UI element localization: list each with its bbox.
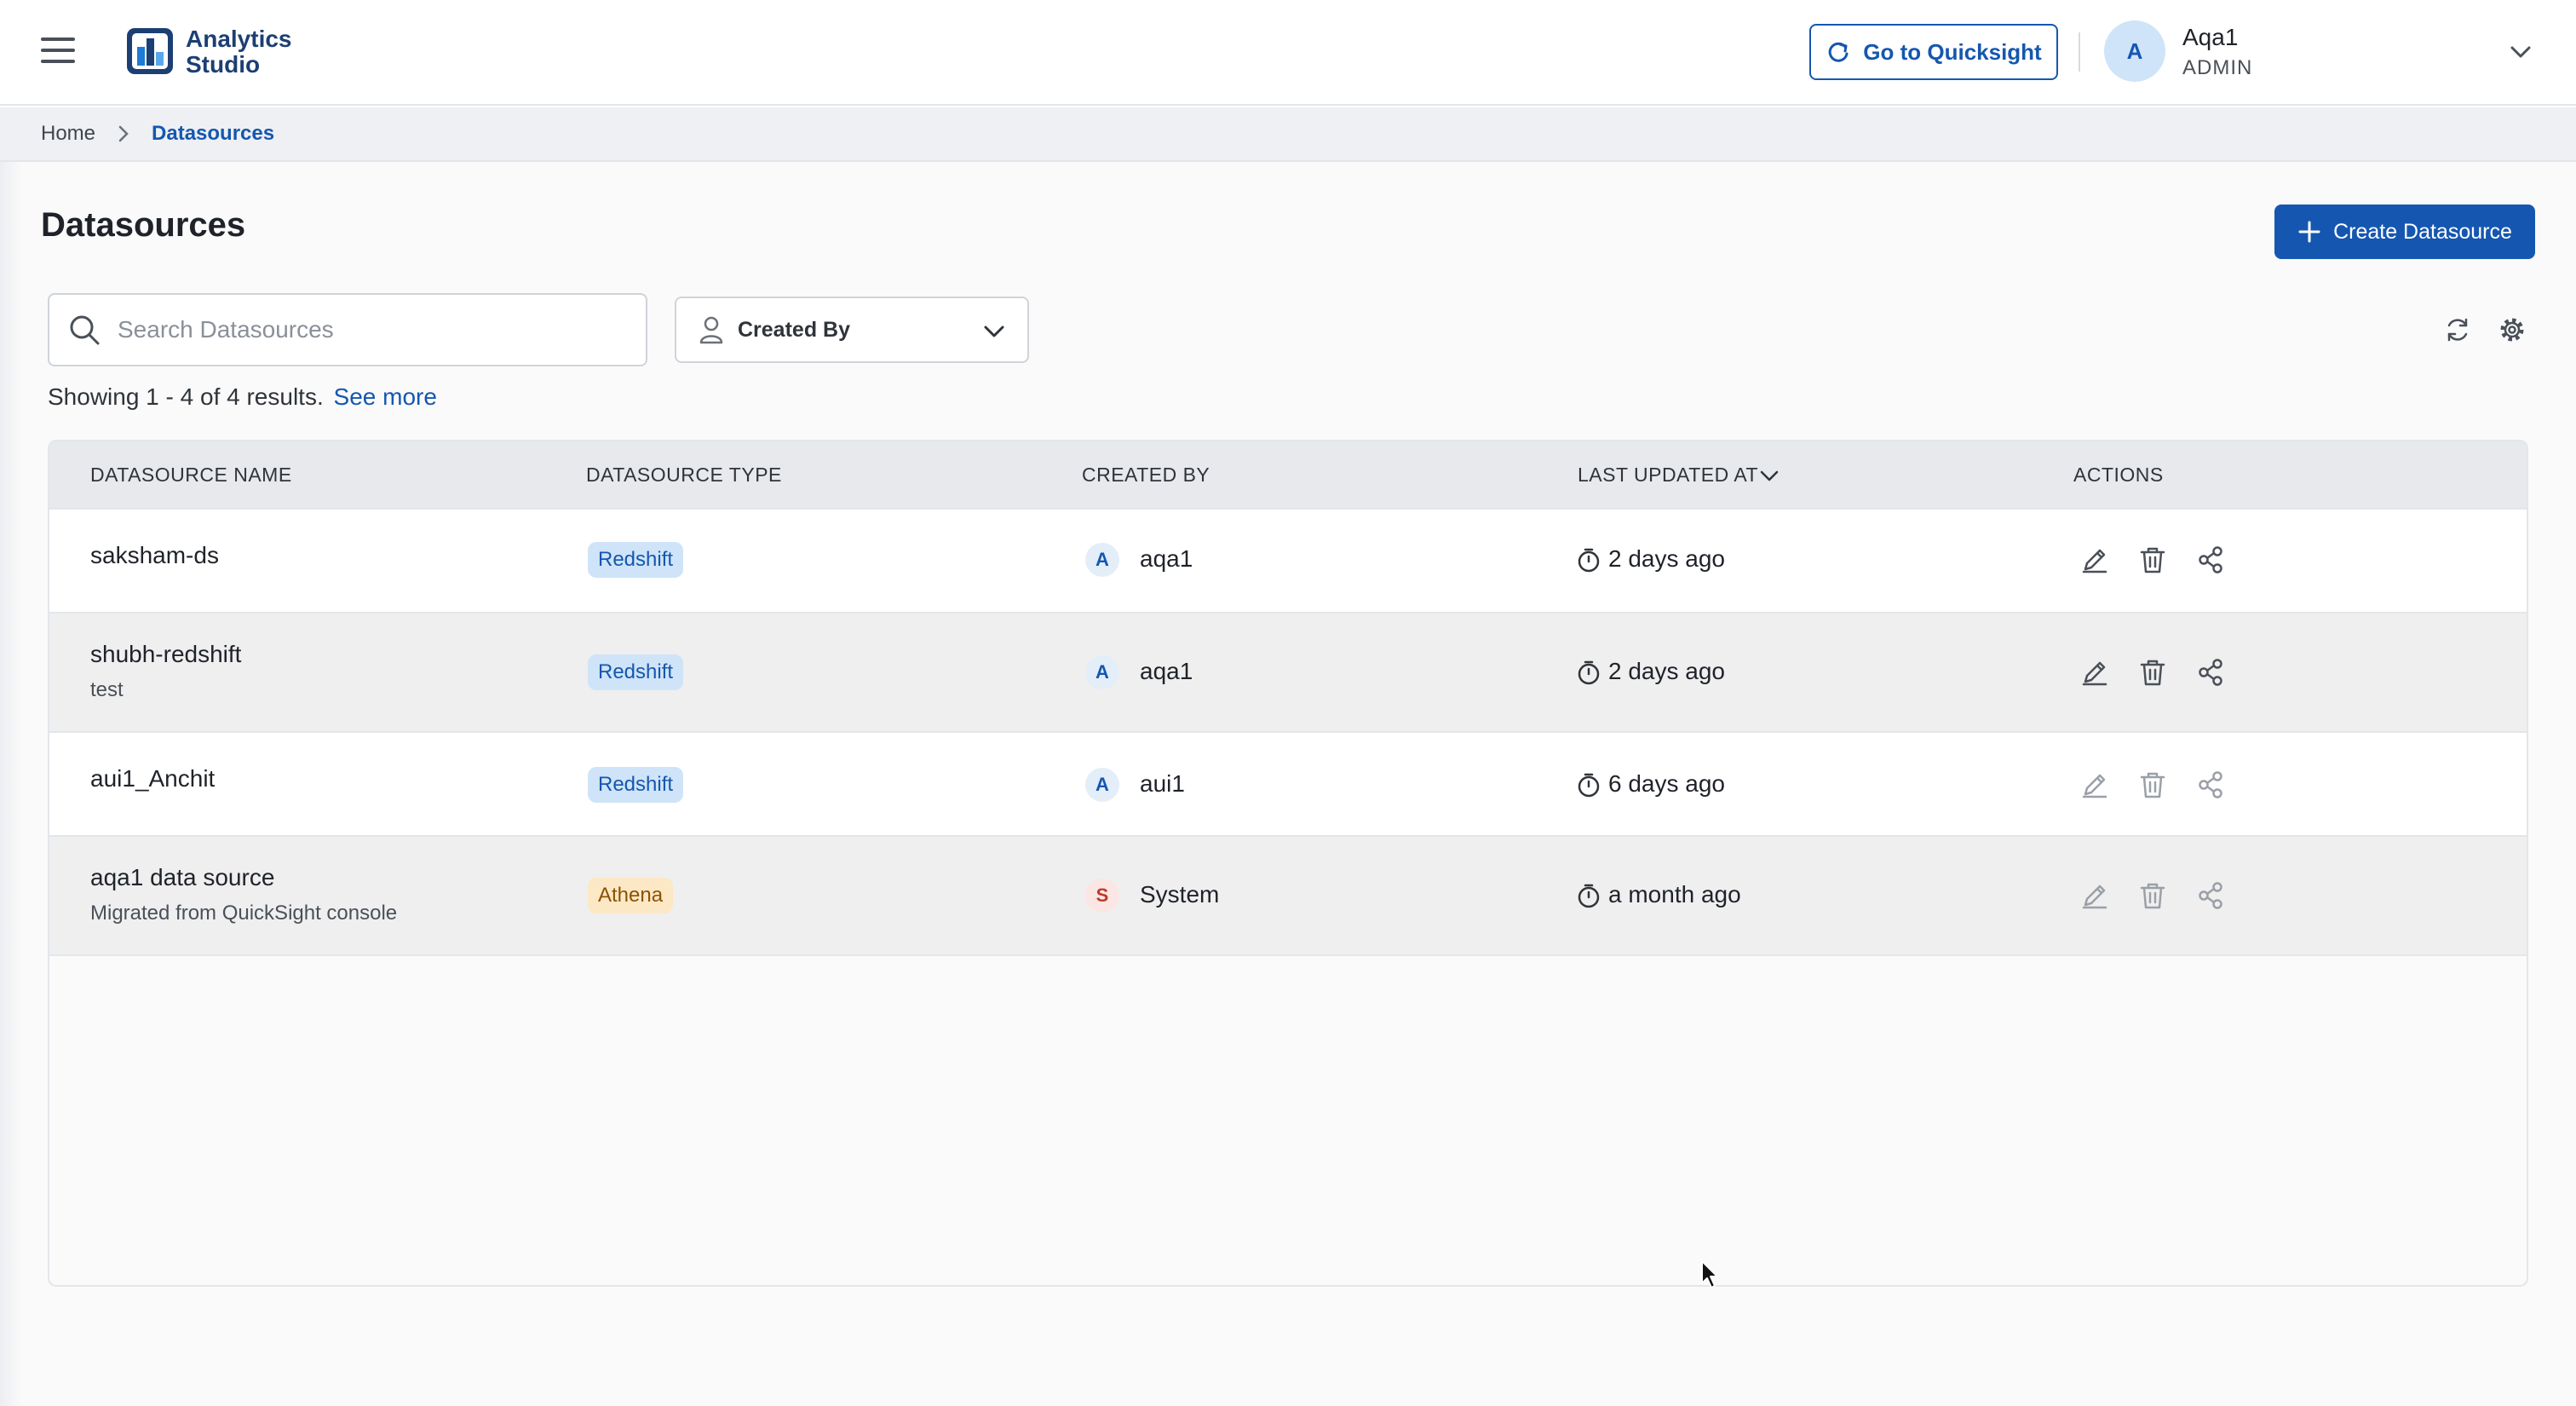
delete-icon[interactable] bbox=[2138, 770, 2167, 799]
gear-icon[interactable] bbox=[2498, 315, 2527, 344]
breadcrumb-home[interactable]: Home bbox=[41, 122, 95, 146]
clock-icon bbox=[1578, 548, 1600, 573]
sort-chevron-down-icon[interactable] bbox=[1758, 467, 1780, 486]
edit-icon[interactable] bbox=[2080, 545, 2109, 574]
last-updated: 6 days ago bbox=[1608, 770, 1725, 797]
datasources-table: DATASOURCE NAME DATASOURCE TYPE CREATED … bbox=[48, 440, 2528, 1287]
delete-icon[interactable] bbox=[2138, 545, 2167, 574]
chevron-right-icon bbox=[118, 125, 129, 142]
user-icon bbox=[699, 316, 723, 344]
datasource-name[interactable]: shubh-redshift bbox=[90, 641, 241, 668]
creator-avatar: A bbox=[1085, 543, 1119, 577]
last-updated: a month ago bbox=[1608, 881, 1741, 908]
column-header-last-updated[interactable]: LAST UPDATED AT bbox=[1578, 464, 1758, 487]
search-icon bbox=[70, 315, 100, 345]
edit-icon[interactable] bbox=[2080, 881, 2109, 910]
column-header-created-by[interactable]: CREATED BY bbox=[1082, 464, 1210, 487]
breadcrumb: Home Datasources bbox=[0, 107, 2576, 162]
type-badge: Athena bbox=[588, 878, 674, 913]
user-name: Aqa1 bbox=[2182, 24, 2239, 50]
edit-icon[interactable] bbox=[2080, 770, 2109, 799]
share-icon[interactable] bbox=[2196, 545, 2225, 574]
share-icon[interactable] bbox=[2196, 770, 2225, 799]
creator-avatar: A bbox=[1085, 655, 1119, 689]
column-header-actions: ACTIONS bbox=[2073, 464, 2164, 486]
table-row[interactable]: shubh-redshift test Redshift A aqa1 2 da… bbox=[49, 612, 2527, 731]
go-to-quicksight-button[interactable]: Go to Quicksight bbox=[1809, 24, 2058, 80]
datasource-name[interactable]: aqa1 data source bbox=[90, 864, 274, 891]
last-updated: 2 days ago bbox=[1608, 658, 1725, 684]
type-badge: Redshift bbox=[588, 654, 684, 690]
creator-avatar: A bbox=[1085, 768, 1119, 802]
page-title: Datasources bbox=[41, 206, 246, 244]
creator-name: System bbox=[1140, 881, 1220, 908]
chevron-down-icon[interactable] bbox=[2508, 39, 2533, 65]
creator-name: aqa1 bbox=[1140, 658, 1193, 684]
app-title: Analytics Studio bbox=[186, 26, 292, 78]
top-header: Analytics Studio Go to Quicksight A Aqa1… bbox=[0, 0, 2576, 106]
breadcrumb-current: Datasources bbox=[152, 122, 275, 145]
table-header: DATASOURCE NAME DATASOURCE TYPE CREATED … bbox=[49, 441, 2527, 508]
delete-icon[interactable] bbox=[2138, 658, 2167, 687]
search-box[interactable] bbox=[48, 293, 647, 366]
type-badge: Redshift bbox=[588, 542, 684, 578]
column-header-type[interactable]: DATASOURCE TYPE bbox=[586, 464, 782, 487]
header-divider bbox=[2079, 32, 2080, 72]
user-role: ADMIN bbox=[2182, 56, 2253, 79]
share-icon[interactable] bbox=[2196, 881, 2225, 910]
results-text: Showing 1 - 4 of 4 results. bbox=[48, 383, 324, 410]
type-badge: Redshift bbox=[588, 767, 684, 803]
column-header-name[interactable]: DATASOURCE NAME bbox=[90, 464, 292, 487]
datasource-name[interactable]: saksham-ds bbox=[90, 542, 219, 569]
plus-icon bbox=[2298, 221, 2320, 243]
datasource-description: Migrated from QuickSight console bbox=[90, 902, 398, 925]
creator-name: aqa1 bbox=[1140, 545, 1193, 572]
clock-icon bbox=[1578, 773, 1600, 798]
create-button-label: Create Datasource bbox=[2333, 219, 2512, 244]
search-input[interactable] bbox=[116, 315, 613, 344]
table-row[interactable]: saksham-ds Redshift A aqa1 2 days ago bbox=[49, 508, 2527, 612]
edit-icon[interactable] bbox=[2080, 658, 2109, 687]
table-row[interactable]: aqa1 data source Migrated from QuickSigh… bbox=[49, 835, 2527, 956]
sync-icon bbox=[1828, 42, 1849, 62]
mouse-cursor-icon bbox=[1701, 1260, 1718, 1288]
clock-icon bbox=[1578, 660, 1600, 685]
chevron-down-icon bbox=[984, 326, 1004, 337]
menu-icon[interactable] bbox=[41, 37, 75, 68]
table-row[interactable]: aui1_Anchit Redshift A aui1 6 days ago bbox=[49, 731, 2527, 835]
avatar[interactable]: A bbox=[2104, 20, 2165, 82]
created-by-filter[interactable]: Created By bbox=[675, 297, 1029, 363]
delete-icon[interactable] bbox=[2138, 881, 2167, 910]
creator-avatar: S bbox=[1085, 879, 1119, 913]
logo-icon[interactable] bbox=[124, 26, 175, 77]
created-by-label: Created By bbox=[738, 317, 850, 342]
last-updated: 2 days ago bbox=[1608, 545, 1725, 572]
clock-icon bbox=[1578, 884, 1600, 908]
create-datasource-button[interactable]: Create Datasource bbox=[2274, 205, 2535, 259]
refresh-icon[interactable] bbox=[2443, 315, 2472, 344]
quicksight-button-label: Go to Quicksight bbox=[1863, 38, 2042, 65]
see-more-link[interactable]: See more bbox=[334, 383, 437, 410]
datasource-name[interactable]: aui1_Anchit bbox=[90, 765, 215, 792]
side-shade bbox=[0, 162, 22, 1406]
creator-name: aui1 bbox=[1140, 770, 1185, 797]
datasource-description: test bbox=[90, 678, 124, 701]
results-summary: Showing 1 - 4 of 4 results. See more bbox=[48, 383, 437, 411]
share-icon[interactable] bbox=[2196, 658, 2225, 687]
